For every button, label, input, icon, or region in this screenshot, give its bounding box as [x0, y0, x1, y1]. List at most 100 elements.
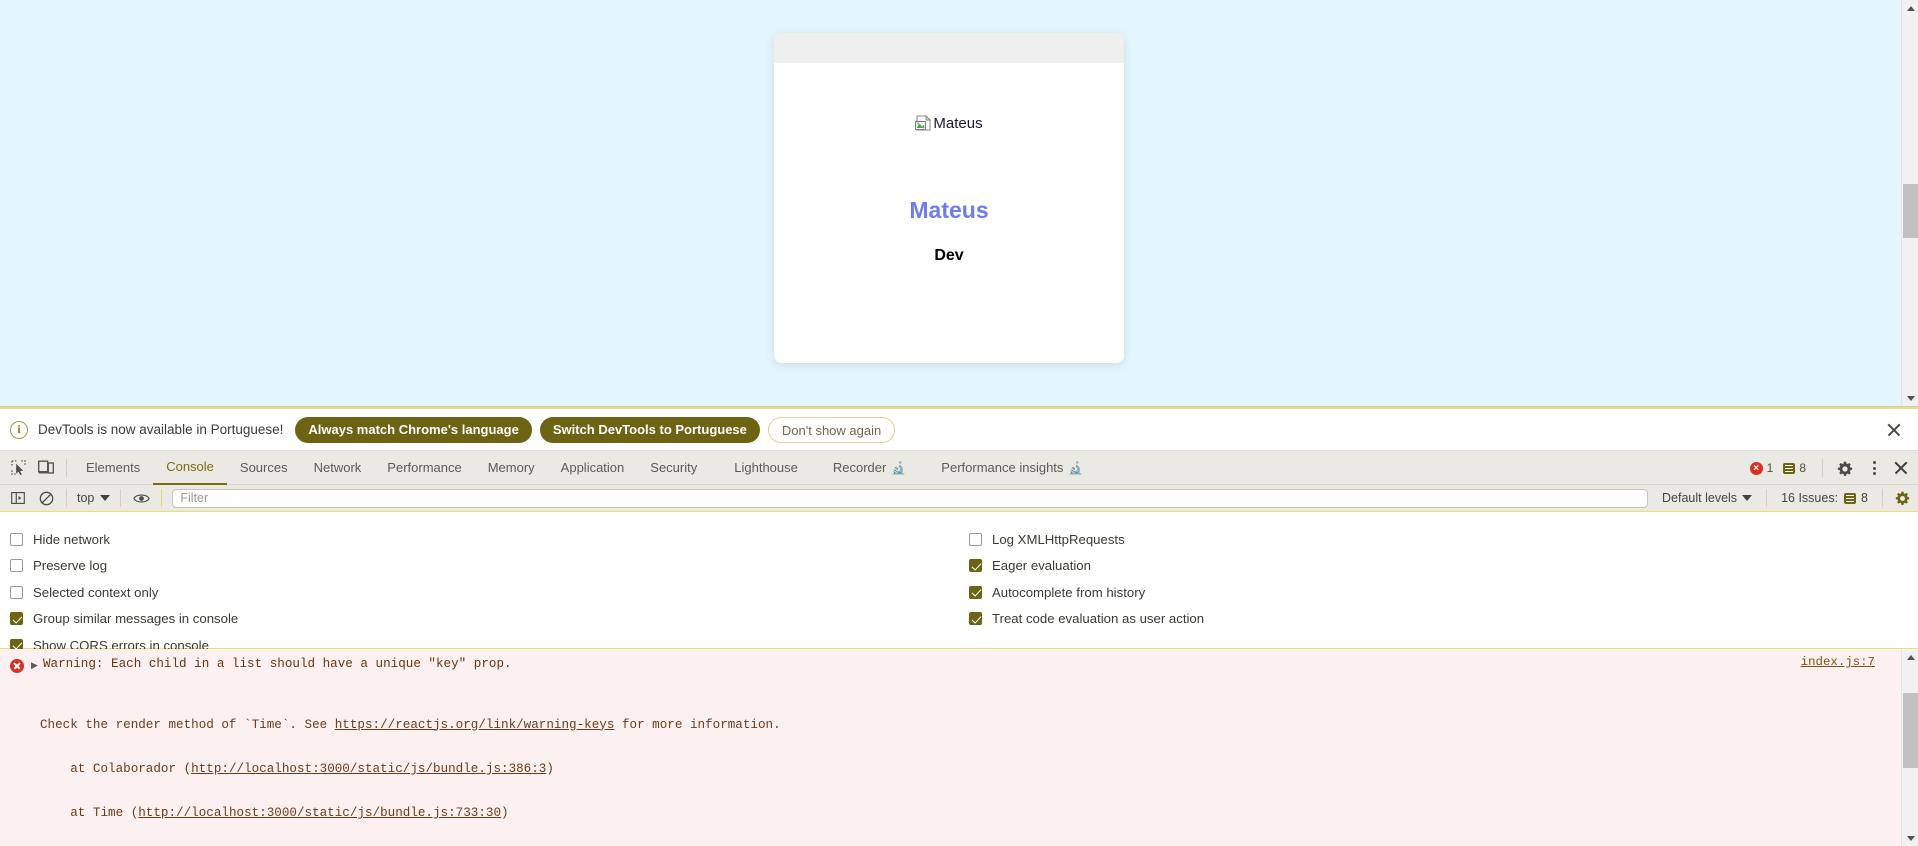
tab-label: Recorder — [832, 460, 887, 475]
checkbox-icon[interactable] — [10, 532, 23, 546]
broken-image-alt-text: Mateus — [933, 116, 983, 132]
issues-counter[interactable]: 16 Issues: 8 — [1773, 491, 1876, 505]
react-docs-link[interactable]: https://reactjs.org/link/warning-keys — [335, 718, 615, 732]
checkbox-icon[interactable] — [10, 612, 23, 626]
execution-context-select[interactable]: top — [73, 491, 114, 505]
page-scrollbar-thumb[interactable] — [1903, 184, 1918, 238]
setting-log-xmlhttprequests[interactable]: Log XMLHttpRequests — [969, 526, 1918, 553]
tab-label: Application — [560, 460, 625, 475]
tab-label: Console — [166, 459, 214, 474]
filter-input[interactable] — [172, 488, 1649, 508]
tab-sources[interactable]: Sources — [227, 451, 301, 485]
issue-icon — [1844, 492, 1857, 504]
card-header-strip — [774, 33, 1124, 63]
console-message-error[interactable]: ▶ Warning: Each child in a list should h… — [0, 649, 1901, 846]
checkbox-icon[interactable] — [10, 559, 23, 573]
gear-icon[interactable] — [1837, 461, 1853, 476]
tab-security[interactable]: Security — [637, 451, 710, 485]
devtools-tabbar-right: × 1 8 — [1749, 451, 1918, 485]
tab-label: Lighthouse — [734, 460, 798, 475]
tab-label: Sources — [239, 460, 288, 475]
console-message-source-link[interactable]: index.js:7 — [1801, 655, 1875, 669]
console-toolbar: top Default levels 16 Issues: 8 — [0, 485, 1918, 512]
warning-count-badge[interactable]: 8 — [1783, 461, 1806, 475]
stack-line-pre: at Time ( — [40, 806, 139, 821]
inspect-element-icon[interactable] — [4, 454, 32, 482]
console-settings-gear-icon[interactable] — [1895, 491, 1910, 506]
setting-label: Eager evaluation — [992, 558, 1091, 574]
scroll-down-arrow-icon[interactable] — [1902, 389, 1918, 406]
dont-show-again-button[interactable]: Don't show again — [767, 416, 896, 443]
page-scrollbar[interactable] — [1901, 0, 1918, 406]
tab-network[interactable]: Network — [301, 451, 375, 485]
console-scrollbar[interactable] — [1901, 649, 1918, 846]
setting-preserve-log[interactable]: Preserve log — [10, 553, 959, 580]
profile-card: Mateus Mateus Dev — [774, 33, 1124, 363]
error-icon: × — [1749, 461, 1763, 475]
scroll-down-arrow-icon[interactable] — [1902, 829, 1918, 846]
tab-console[interactable]: Console — [153, 451, 227, 485]
stack-line-post: for more information. — [614, 717, 781, 732]
always-match-language-button[interactable]: Always match Chrome's language — [295, 416, 532, 443]
source-link[interactable]: http://localhost:3000/static/js/bundle.j… — [138, 806, 501, 820]
experimental-flask-icon: 🔬 — [1068, 460, 1084, 475]
tab-memory[interactable]: Memory — [475, 451, 548, 485]
checkbox-icon[interactable] — [969, 612, 982, 626]
source-link[interactable]: http://localhost:3000/static/js/bundle.j… — [191, 762, 546, 776]
tab-application[interactable]: Application — [548, 451, 638, 485]
console-scrollbar-thumb[interactable] — [1903, 693, 1918, 768]
toolbar-divider — [1822, 459, 1823, 477]
setting-autocomplete-from-history[interactable]: Autocomplete from history — [969, 579, 1918, 606]
tab-recorder[interactable]: Recorder 🔬 — [811, 451, 919, 485]
setting-label: Treat code evaluation as user action — [992, 611, 1205, 627]
warning-count: 8 — [1799, 461, 1806, 475]
console-message-body: Check the render method of `Time`. See h… — [0, 674, 1901, 846]
clear-console-icon[interactable] — [32, 484, 60, 512]
scroll-up-arrow-icon[interactable] — [1902, 0, 1918, 17]
toolbar-divider — [161, 489, 163, 507]
checkbox-icon[interactable] — [969, 532, 982, 546]
infobar-close-icon[interactable] — [1884, 420, 1904, 440]
setting-treat-code-eval-as-user-action[interactable]: Treat code evaluation as user action — [969, 606, 1918, 633]
devtools-close-icon[interactable] — [1890, 457, 1912, 479]
page-viewport: Mateus Mateus Dev — [0, 0, 1918, 406]
tab-performance[interactable]: Performance — [374, 451, 474, 485]
setting-label: Autocomplete from history — [992, 584, 1146, 600]
setting-hide-network[interactable]: Hide network — [10, 526, 959, 553]
tab-performance-insights[interactable]: Performance insights 🔬 — [919, 451, 1096, 485]
checkbox-icon[interactable] — [969, 585, 982, 599]
setting-eager-evaluation[interactable]: Eager evaluation — [969, 553, 1918, 580]
broken-image-row: Mateus — [774, 114, 1124, 132]
log-levels-select[interactable]: Default levels — [1654, 491, 1760, 505]
checkbox-icon[interactable] — [10, 585, 23, 599]
kebab-menu-icon[interactable] — [1864, 457, 1884, 479]
scroll-up-arrow-icon[interactable] — [1902, 649, 1918, 666]
infobar-message: DevTools is now available in Portuguese! — [38, 422, 284, 437]
setting-label: Group similar messages in console — [33, 611, 239, 627]
live-expression-icon[interactable] — [127, 484, 155, 512]
devtools-tabbar: Elements Console Sources Network Perform… — [0, 451, 1918, 485]
tab-elements[interactable]: Elements — [73, 451, 153, 485]
stack-line: at Colaborador (http://localhost:3000/st… — [40, 762, 1901, 777]
setting-label: Preserve log — [33, 558, 108, 574]
expand-triangle-icon[interactable]: ▶ — [31, 657, 43, 674]
error-icon — [10, 659, 24, 673]
switch-to-portuguese-button[interactable]: Switch DevTools to Portuguese — [539, 416, 760, 443]
setting-selected-context-only[interactable]: Selected context only — [10, 579, 959, 606]
console-sidebar-icon[interactable] — [4, 484, 32, 512]
card-body: Mateus Mateus Dev — [774, 63, 1124, 363]
console-settings-left-column: Hide network Preserve log Selected conte… — [0, 512, 959, 653]
devtools-panel: i DevTools is now available in Portugues… — [0, 406, 1918, 846]
checkbox-icon[interactable] — [969, 559, 982, 573]
setting-group-similar-messages[interactable]: Group similar messages in console — [10, 606, 959, 633]
error-count: 1 — [1766, 461, 1774, 475]
device-toolbar-icon[interactable] — [32, 454, 60, 482]
error-count-badge[interactable]: × 1 — [1749, 461, 1774, 475]
tab-lighthouse[interactable]: Lighthouse — [710, 451, 811, 485]
setting-label: Log XMLHttpRequests — [992, 531, 1125, 547]
console-output: ▶ Warning: Each child in a list should h… — [0, 649, 1918, 846]
tab-label: Performance — [387, 460, 462, 475]
stack-line-pre: Check the render method of `Time`. See — [40, 717, 335, 732]
console-settings-panel: Hide network Preserve log Selected conte… — [0, 512, 1918, 653]
toolbar-divider — [66, 458, 67, 477]
